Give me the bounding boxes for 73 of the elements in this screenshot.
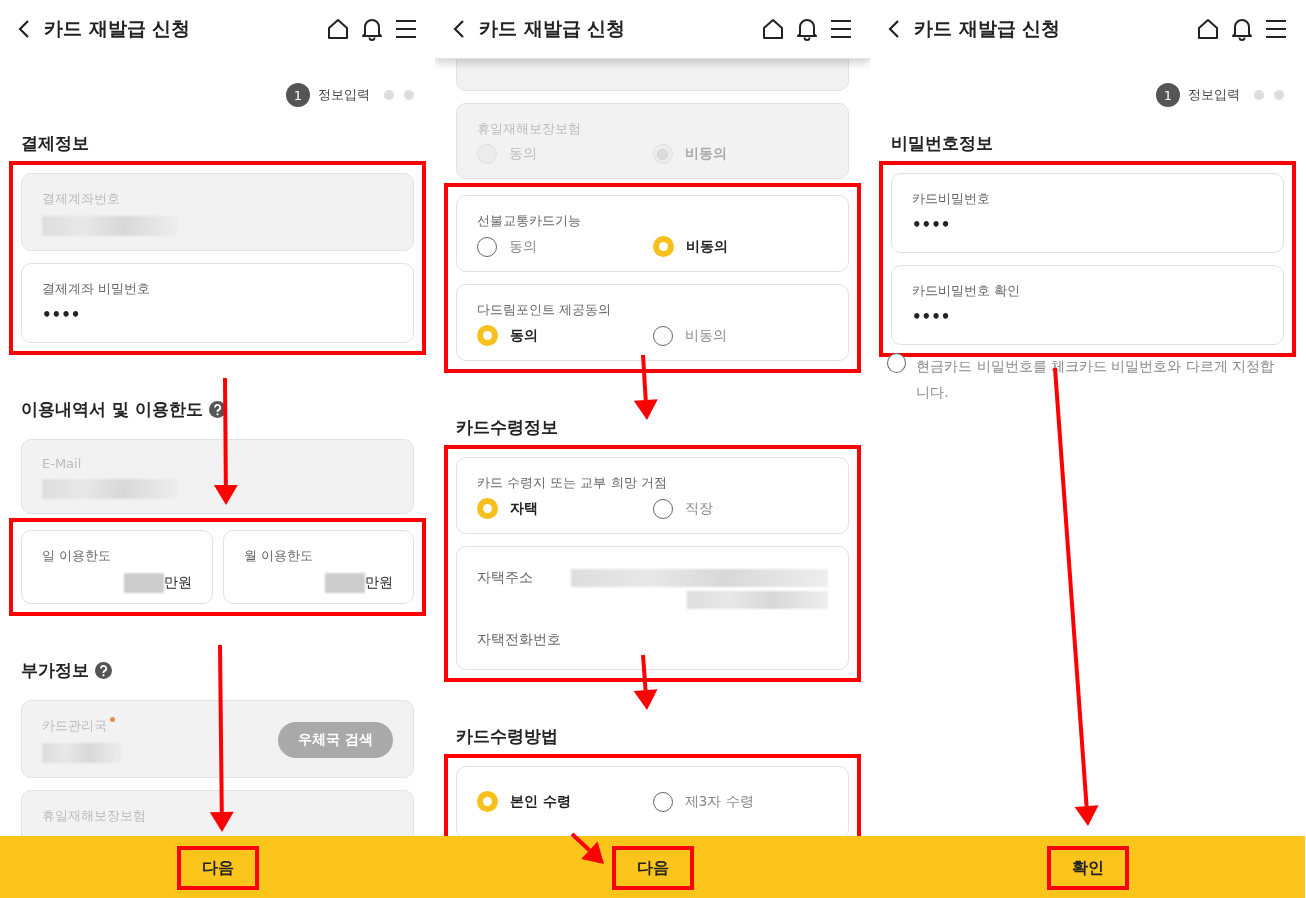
annotation-arrow — [570, 832, 604, 864]
back-icon[interactable] — [888, 19, 900, 39]
radio-option[interactable]: 직장 — [652, 498, 828, 519]
field-label: 월 이용한도 — [243, 547, 314, 565]
field-label: 자택전화번호 — [477, 631, 561, 649]
radio-option[interactable]: 동의 — [477, 236, 653, 257]
field-label: 결제계좌 비밀번호 — [42, 280, 152, 298]
field-value: •••• — [912, 216, 952, 236]
section-title: 부가정보 — [21, 658, 89, 682]
home-icon[interactable] — [327, 18, 349, 40]
back-icon[interactable] — [18, 19, 30, 39]
bell-icon[interactable] — [361, 17, 383, 41]
input-field[interactable]: 월 이용한도 만원 — [222, 530, 414, 604]
radio-group[interactable]: 본인 수령 제3자 수령 — [456, 766, 849, 836]
radio-group[interactable]: 카드 수령지 또는 교부 희망 거점 자택 직장 — [456, 457, 849, 534]
section-title: 이용내역서 및 이용한도 — [21, 397, 203, 421]
section-title: 카드수령방법 — [456, 724, 558, 748]
redacted-value — [123, 573, 164, 593]
checkbox[interactable] — [887, 353, 907, 373]
field-label: 다드림포인트 제공동의 — [477, 301, 613, 319]
home-icon[interactable] — [762, 18, 784, 40]
step-number: 1 — [1156, 83, 1180, 107]
menu-icon[interactable] — [1265, 19, 1287, 39]
radio-option[interactable]: 동의 — [477, 325, 653, 346]
next-button[interactable]: 확인 — [1046, 846, 1129, 890]
radio-option[interactable]: 비동의 — [652, 236, 828, 257]
field-label: 카드비밀번호 확인 — [912, 282, 1022, 300]
radio-option[interactable]: 비동의 — [652, 325, 828, 346]
unit-label: 만원 — [365, 574, 393, 592]
radio-button[interactable] — [652, 325, 673, 346]
radio-button[interactable] — [477, 325, 498, 346]
radio-button[interactable] — [652, 498, 673, 519]
menu-icon[interactable] — [830, 19, 852, 39]
page-title: 카드 재발급 신청 — [44, 16, 192, 41]
field-label: 일 이용한도 — [42, 547, 113, 565]
radio-button[interactable] — [477, 236, 497, 257]
page-title: 카드 재발급 신청 — [479, 16, 627, 41]
radio-button[interactable] — [652, 236, 674, 257]
home-icon[interactable] — [1197, 18, 1219, 40]
menu-icon[interactable] — [395, 19, 417, 39]
section-title: 결제정보 — [21, 131, 89, 155]
page-title: 카드 재발급 신청 — [914, 16, 1062, 41]
checkbox-option[interactable]: 현금카드 비밀번호를 체크카드 비밀번호와 다르게 지정합니다. — [887, 353, 1288, 405]
next-button[interactable]: 다음 — [611, 846, 694, 890]
field-label: 자택주소 — [477, 569, 534, 587]
next-button[interactable]: 다음 — [176, 846, 259, 890]
radio-group[interactable]: 다드림포인트 제공동의 동의 비동의 — [456, 284, 849, 361]
radio-button[interactable] — [652, 791, 673, 812]
bell-icon[interactable] — [796, 17, 818, 41]
input-field[interactable]: 결제계좌 비밀번호 •••• — [21, 263, 414, 343]
section-title: 비밀번호정보 — [891, 131, 993, 155]
field-label: 카드 수령지 또는 교부 희망 거점 — [477, 474, 668, 492]
step-label: 정보입력 — [318, 86, 370, 104]
radio-option[interactable]: 제3자 수령 — [652, 791, 828, 812]
input-field[interactable]: 일 이용한도 만원 — [21, 530, 213, 604]
radio-button[interactable] — [477, 498, 498, 519]
input-field[interactable]: 카드비밀번호 •••• — [891, 173, 1284, 253]
redacted-value — [325, 573, 365, 593]
section-title: 카드수령정보 — [456, 415, 558, 439]
radio-option[interactable]: 자택 — [477, 498, 653, 519]
field-value: •••• — [912, 308, 952, 328]
step-number: 1 — [286, 83, 310, 107]
radio-group[interactable]: 선불교통카드기능 동의 비동의 — [456, 195, 849, 272]
radio-button[interactable] — [477, 791, 498, 812]
radio-option[interactable]: 본인 수령 — [477, 791, 653, 812]
unit-label: 만원 — [163, 574, 192, 592]
bell-icon[interactable] — [1231, 17, 1253, 41]
field-label: 선불교통카드기능 — [477, 212, 582, 230]
step-label: 정보입력 — [1188, 86, 1240, 104]
field-label: 카드비밀번호 — [912, 190, 991, 208]
input-field[interactable]: 카드비밀번호 확인 •••• — [891, 265, 1284, 345]
field-value: •••• — [42, 306, 82, 326]
back-icon[interactable] — [453, 19, 465, 39]
